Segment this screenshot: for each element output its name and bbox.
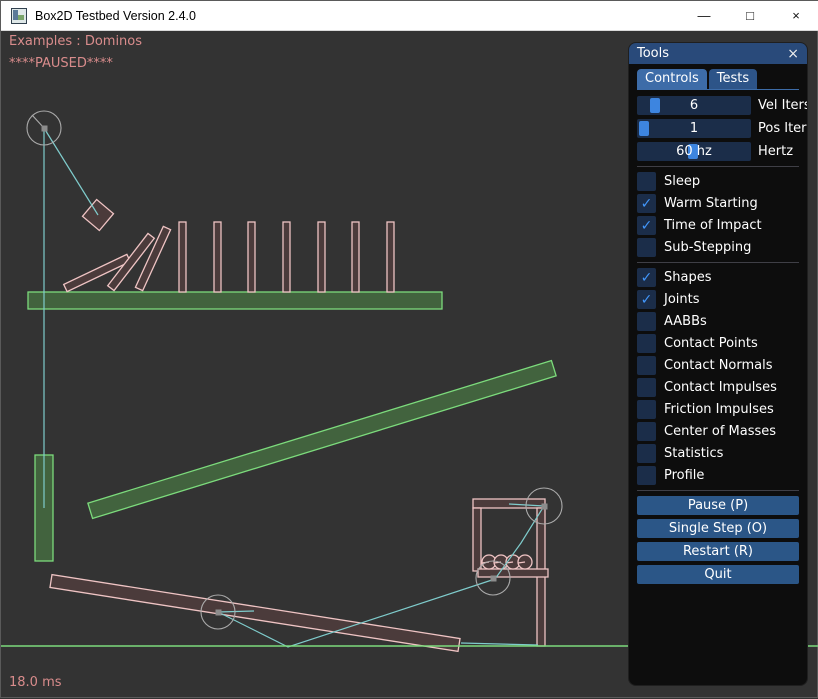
checkbox-statistics[interactable]: Statistics [637, 444, 799, 463]
checkbox-aabbs[interactable]: AABBs [637, 312, 799, 331]
checkbox-label: Statistics [664, 446, 723, 461]
checkbox-label: Shapes [664, 270, 711, 285]
checkbox-label: Warm Starting [664, 196, 758, 211]
unchecked-box[interactable] [637, 444, 656, 463]
tab-controls[interactable]: Controls [637, 69, 707, 89]
button-single-step-o[interactable]: Single Step (O) [637, 519, 799, 538]
checked-box[interactable]: ✓ [637, 290, 656, 309]
checkbox-friction-impulses[interactable]: Friction Impulses [637, 400, 799, 419]
frame-structure [473, 499, 548, 646]
button-quit[interactable]: Quit [637, 565, 799, 584]
slider-row-pos-iters: 1Pos Iters [637, 119, 799, 138]
unchecked-box[interactable] [637, 400, 656, 419]
slider-value: 1 [637, 119, 751, 138]
checkbox-label: Friction Impulses [664, 402, 774, 417]
unchecked-box[interactable] [637, 466, 656, 485]
checkbox-sub-stepping[interactable]: Sub-Stepping [637, 238, 799, 257]
checkbox-label: Center of Masses [664, 424, 776, 439]
checkbox-label: Time of Impact [664, 218, 762, 233]
checkbox-center-of-masses[interactable]: Center of Masses [637, 422, 799, 441]
unchecked-box[interactable] [637, 356, 656, 375]
slider-value: 60 hz [637, 142, 751, 161]
checkbox-contact-normals[interactable]: Contact Normals [637, 356, 799, 375]
checkbox-contact-impulses[interactable]: Contact Impulses [637, 378, 799, 397]
tools-panel: Tools × ControlsTests 6Vel Iters1Pos Ite… [628, 42, 808, 686]
sliders: 6Vel Iters 1Pos Iters 60 hz Hertz [637, 96, 799, 161]
checkbox-sleep[interactable]: Sleep [637, 172, 799, 191]
checked-box[interactable]: ✓ [637, 216, 656, 235]
checkbox-shapes[interactable]: ✓ Shapes [637, 268, 799, 287]
domino-shelf [28, 292, 442, 309]
checked-box[interactable]: ✓ [637, 268, 656, 287]
slider-vel-iters[interactable]: 6 [637, 96, 751, 115]
slider-label: Hertz [758, 144, 793, 159]
slider-label: Vel Iters [758, 98, 808, 113]
checkbox-label: Contact Points [664, 336, 758, 351]
checkbox-label: Contact Normals [664, 358, 773, 373]
checkbox-contact-points[interactable]: Contact Points [637, 334, 799, 353]
unchecked-box[interactable] [637, 422, 656, 441]
maximize-button[interactable]: □ [727, 1, 773, 30]
checkbox-label: Sub-Stepping [664, 240, 751, 255]
close-button[interactable]: × [773, 1, 818, 30]
action-buttons: Pause (P) Single Step (O) Restart (R) Quit [637, 496, 799, 584]
slider-pos-iters[interactable]: 1 [637, 119, 751, 138]
checkbox-warm-starting[interactable]: ✓ Warm Starting [637, 194, 799, 213]
fallen-dominoes [64, 226, 171, 291]
tools-titlebar[interactable]: Tools × [629, 43, 807, 64]
checkbox-label: Contact Impulses [664, 380, 777, 395]
slider-hertz[interactable]: 60 hz [637, 142, 751, 161]
slider-label: Pos Iters [758, 121, 808, 136]
checkbox-joints[interactable]: ✓ Joints [637, 290, 799, 309]
tools-body: ControlsTests 6Vel Iters1Pos Iters60 hzH… [629, 64, 807, 596]
unchecked-box[interactable] [637, 238, 656, 257]
tools-tabbar: ControlsTests [637, 69, 799, 90]
unchecked-box[interactable] [637, 334, 656, 353]
separator [637, 166, 799, 167]
checkbox-label: Sleep [664, 174, 700, 189]
tab-tests[interactable]: Tests [709, 69, 757, 89]
window-controls: — □ × [681, 1, 818, 30]
unchecked-box[interactable] [637, 312, 656, 331]
window-title: Box2D Testbed Version 2.4.0 [35, 9, 196, 23]
joint-circles [27, 111, 562, 629]
separator [637, 490, 799, 491]
checked-box[interactable]: ✓ [637, 194, 656, 213]
checkbox-profile[interactable]: Profile [637, 466, 799, 485]
checkbox-groups: Sleep ✓ Warm Starting ✓ Time of Impact Sub-St… [637, 166, 799, 491]
os-titlebar[interactable]: Box2D Testbed Version 2.4.0 — □ × [1, 1, 818, 31]
unchecked-box[interactable] [637, 378, 656, 397]
standing-dominoes [179, 222, 394, 292]
slider-row-vel-iters: 6Vel Iters [637, 96, 799, 115]
maximize-icon: □ [746, 8, 754, 23]
slider-row-hertz: 60 hz Hertz [637, 142, 799, 161]
checkbox-time-of-impact[interactable]: ✓ Time of Impact [637, 216, 799, 235]
seesaw-plank [50, 575, 460, 652]
checkbox-label: AABBs [664, 314, 707, 329]
green-angled-plank [88, 361, 556, 519]
close-icon: × [792, 8, 800, 23]
minimize-icon: — [698, 8, 711, 23]
slider-value: 6 [637, 96, 751, 115]
separator [637, 262, 799, 263]
checkbox-label: Joints [664, 292, 700, 307]
tools-title: Tools [637, 46, 669, 61]
unchecked-box[interactable] [637, 172, 656, 191]
button-pause-p[interactable]: Pause (P) [637, 496, 799, 515]
app-icon [11, 8, 27, 24]
minimize-button[interactable]: — [681, 1, 727, 30]
button-restart-r[interactable]: Restart (R) [637, 542, 799, 561]
checkbox-label: Profile [664, 468, 704, 483]
close-icon[interactable]: × [787, 47, 799, 61]
